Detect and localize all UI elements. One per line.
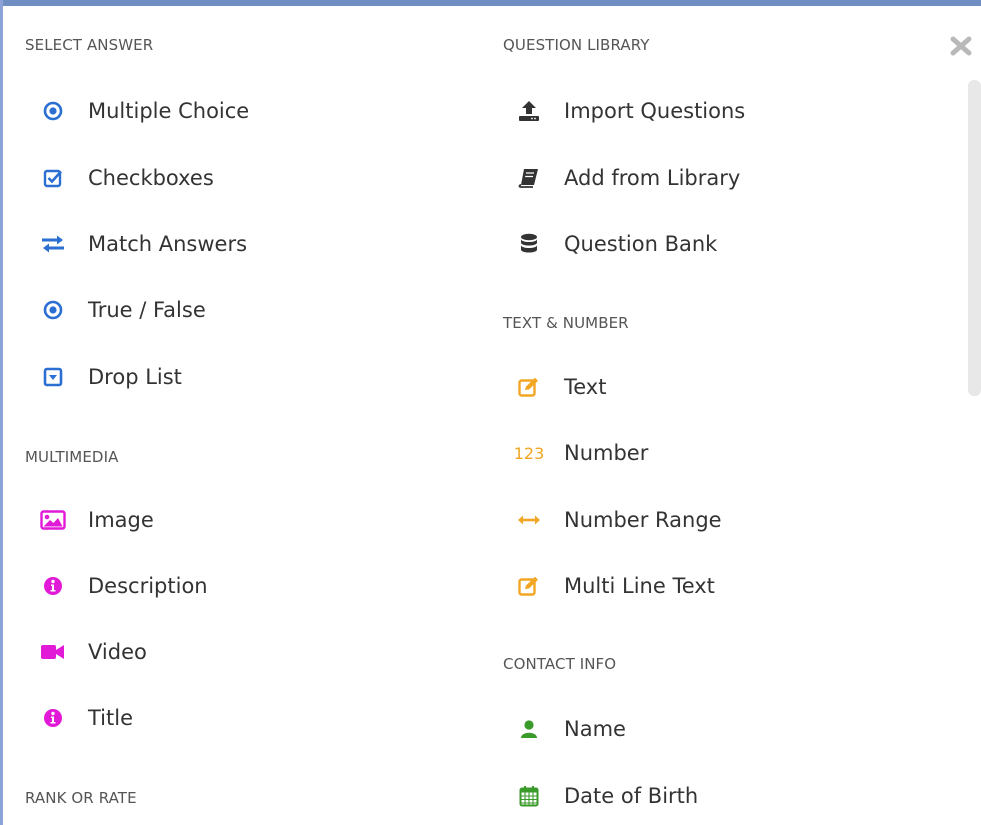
item-label: Multiple Choice xyxy=(88,99,250,123)
upload-icon xyxy=(510,99,548,123)
number-123-text: 123 xyxy=(513,443,545,463)
close-icon xyxy=(950,36,972,56)
book-icon xyxy=(510,166,548,190)
item-label: Question Bank xyxy=(564,232,718,256)
number-123-icon: 123 xyxy=(510,441,548,465)
item-label: Import Questions xyxy=(564,99,746,123)
item-name[interactable]: Name xyxy=(510,709,626,749)
item-number[interactable]: 123 Number xyxy=(510,433,649,473)
item-label: Name xyxy=(564,717,626,741)
item-checkboxes[interactable]: Checkboxes xyxy=(34,158,214,198)
item-video[interactable]: Video xyxy=(34,632,147,672)
item-label: Add from Library xyxy=(564,166,741,190)
item-match-answers[interactable]: Match Answers xyxy=(34,224,247,264)
item-drop-list[interactable]: Drop List xyxy=(34,357,182,397)
user-icon xyxy=(510,717,548,741)
video-camera-icon xyxy=(34,640,72,664)
section-title-text-number: TEXT & NUMBER xyxy=(503,314,629,332)
radio-dot-icon xyxy=(34,99,72,123)
item-label: Image xyxy=(88,508,154,532)
item-multi-line-text[interactable]: Multi Line Text xyxy=(510,566,715,606)
item-image[interactable]: Image xyxy=(34,500,154,540)
horizontal-arrows-icon xyxy=(510,508,548,532)
item-true-false[interactable]: True / False xyxy=(34,290,206,330)
item-label: Multi Line Text xyxy=(564,574,715,598)
item-label: Video xyxy=(88,640,147,664)
item-label: Number xyxy=(564,441,649,465)
left-border xyxy=(0,0,3,825)
section-title-multimedia: MULTIMEDIA xyxy=(25,448,119,466)
section-title-rank-or-rate: RANK OR RATE xyxy=(25,789,137,807)
dropdown-box-icon xyxy=(34,365,72,389)
item-multiple-choice[interactable]: Multiple Choice xyxy=(34,91,249,131)
item-label: Drop List xyxy=(88,365,182,389)
item-title[interactable]: Title xyxy=(34,698,133,738)
item-label: True / False xyxy=(88,298,206,322)
item-label: Title xyxy=(88,706,134,730)
top-border xyxy=(0,0,981,6)
section-title-contact-info: CONTACT INFO xyxy=(503,655,617,673)
database-icon xyxy=(510,232,548,256)
item-import-questions[interactable]: Import Questions xyxy=(510,91,745,131)
section-title-select-answer: SELECT ANSWER xyxy=(25,36,154,54)
radio-dot-icon xyxy=(34,298,72,322)
info-icon xyxy=(34,574,72,598)
edit-square-icon xyxy=(510,375,548,399)
item-question-bank[interactable]: Question Bank xyxy=(510,224,717,264)
calendar-icon xyxy=(510,784,548,808)
item-label: Text xyxy=(564,375,607,399)
info-icon xyxy=(34,706,72,730)
item-add-from-library[interactable]: Add from Library xyxy=(510,158,740,198)
image-icon xyxy=(34,508,72,532)
edit-square-icon xyxy=(510,574,548,598)
item-text[interactable]: Text xyxy=(510,367,606,407)
item-label: Description xyxy=(88,574,208,598)
section-title-question-library: QUESTION LIBRARY xyxy=(503,36,650,54)
item-label: Date of Birth xyxy=(564,784,699,808)
item-label: Match Answers xyxy=(88,232,248,256)
item-label: Checkboxes xyxy=(88,166,214,190)
scrollbar[interactable] xyxy=(968,80,981,396)
item-number-range[interactable]: Number Range xyxy=(510,500,722,540)
item-label: Number Range xyxy=(564,508,722,532)
item-description[interactable]: Description xyxy=(34,566,208,606)
close-button[interactable] xyxy=(948,33,974,59)
exchange-arrows-icon xyxy=(34,232,72,256)
item-date-of-birth[interactable]: Date of Birth xyxy=(510,776,698,816)
checkbox-icon xyxy=(34,166,72,190)
